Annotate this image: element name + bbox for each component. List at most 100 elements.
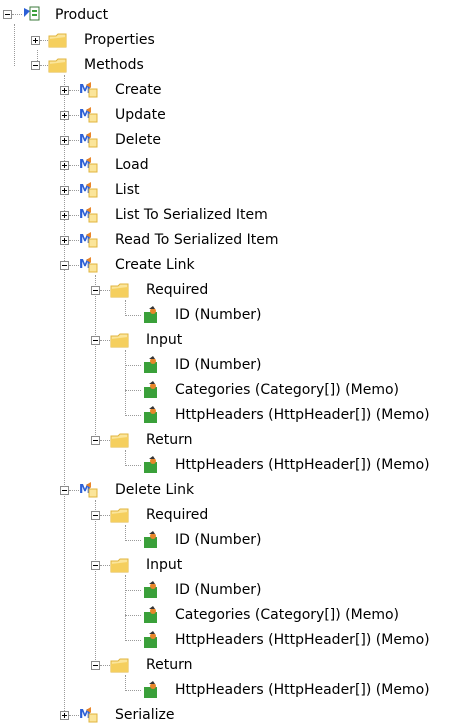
tree-connector <box>100 515 110 516</box>
tree-connector <box>125 525 126 539</box>
node-label: Serialize <box>115 707 175 723</box>
method-icon: M <box>79 107 98 123</box>
property-icon <box>144 456 157 473</box>
node-label: Input <box>146 332 183 348</box>
tree-connector <box>64 75 65 717</box>
class-icon <box>24 6 40 21</box>
property-icon <box>144 631 157 648</box>
node-label: HttpHeaders (HttpHeader[]) (Memo) <box>175 407 430 423</box>
node-label: ID (Number) <box>175 582 262 598</box>
expand-toggle[interactable] <box>60 161 69 170</box>
tree-connector <box>14 24 15 66</box>
method-icon: M <box>79 207 98 223</box>
node-label: Delete Link <box>115 482 195 498</box>
expand-toggle[interactable] <box>60 211 69 220</box>
tree-connector <box>125 365 141 366</box>
tree-connector <box>125 465 141 466</box>
collapse-toggle[interactable] <box>91 436 100 445</box>
property-icon <box>144 306 157 323</box>
tree-connector <box>69 165 79 166</box>
tree-connector <box>69 190 79 191</box>
tree-connector <box>69 265 79 266</box>
collapse-toggle[interactable] <box>91 661 100 670</box>
tree-connector <box>125 390 141 391</box>
folder-icon <box>110 658 129 673</box>
tree-connector <box>95 275 96 439</box>
node-label: Required <box>146 507 209 523</box>
expand-toggle[interactable] <box>60 111 69 120</box>
node-label: Return <box>146 657 193 673</box>
node-label: ID (Number) <box>175 357 262 373</box>
folder-icon <box>110 558 129 573</box>
collapse-toggle[interactable] <box>91 286 100 295</box>
folder-icon <box>110 333 129 348</box>
collapse-toggle[interactable] <box>91 336 100 345</box>
node-label: HttpHeaders (HttpHeader[]) (Memo) <box>175 682 430 698</box>
tree-connector <box>125 300 126 314</box>
method-icon: M <box>79 132 98 148</box>
node-label: List To Serialized Item <box>115 207 268 223</box>
node-label: Input <box>146 557 183 573</box>
node-label: Product <box>55 7 109 23</box>
collapse-toggle[interactable] <box>31 61 40 70</box>
node-label: Categories (Category[]) (Memo) <box>175 382 399 398</box>
tree-connector <box>12 14 22 15</box>
expand-toggle[interactable] <box>60 711 69 720</box>
node-label: Create Link <box>115 257 195 273</box>
folder-icon <box>48 33 67 48</box>
method-icon: M <box>79 707 98 723</box>
product-tree-view[interactable]: Product Properties Methods M Create M Up… <box>0 0 455 725</box>
collapse-toggle[interactable] <box>60 486 69 495</box>
tree-connector <box>100 565 110 566</box>
tree-connector <box>125 640 141 641</box>
node-label: Delete <box>115 132 161 148</box>
node-label: Properties <box>84 32 155 48</box>
property-icon <box>144 356 157 373</box>
tree-connector <box>125 615 141 616</box>
node-label: HttpHeaders (HttpHeader[]) (Memo) <box>175 457 430 473</box>
expand-toggle[interactable] <box>60 186 69 195</box>
property-icon <box>144 681 157 698</box>
collapse-toggle[interactable] <box>91 561 100 570</box>
method-icon: M <box>79 482 98 498</box>
tree-connector <box>100 440 110 441</box>
tree-connector <box>69 140 79 141</box>
tree-connector <box>40 65 48 66</box>
property-icon <box>144 606 157 623</box>
expand-toggle[interactable] <box>31 36 40 45</box>
property-icon <box>144 406 157 423</box>
node-label: Required <box>146 282 209 298</box>
tree-connector <box>69 215 79 216</box>
tree-connector <box>69 490 79 491</box>
tree-connector <box>125 315 141 316</box>
method-icon: M <box>79 157 98 173</box>
property-icon <box>144 581 157 598</box>
node-label: Update <box>115 107 166 123</box>
collapse-toggle[interactable] <box>3 10 12 19</box>
expand-toggle[interactable] <box>60 236 69 245</box>
property-icon <box>144 381 157 398</box>
node-label: ID (Number) <box>175 307 262 323</box>
expand-toggle[interactable] <box>60 136 69 145</box>
node-label: Categories (Category[]) (Memo) <box>175 607 399 623</box>
tree-connector <box>69 715 79 716</box>
tree-connector <box>69 240 79 241</box>
node-label: ID (Number) <box>175 532 262 548</box>
collapse-toggle[interactable] <box>60 261 69 270</box>
tree-connector <box>125 590 141 591</box>
tree-connector <box>125 675 126 689</box>
node-label: HttpHeaders (HttpHeader[]) (Memo) <box>175 632 430 648</box>
folder-icon <box>110 283 129 298</box>
tree-connector <box>100 340 110 341</box>
node-label: Read To Serialized Item <box>115 232 279 248</box>
tree-connector <box>125 450 126 464</box>
collapse-toggle[interactable] <box>91 511 100 520</box>
node-label: List <box>115 182 140 198</box>
tree-connector <box>100 665 110 666</box>
node-label: Methods <box>84 57 144 73</box>
tree-connector <box>125 575 126 639</box>
node-label: Return <box>146 432 193 448</box>
expand-toggle[interactable] <box>60 86 69 95</box>
tree-connector <box>100 290 110 291</box>
property-icon <box>144 531 157 548</box>
